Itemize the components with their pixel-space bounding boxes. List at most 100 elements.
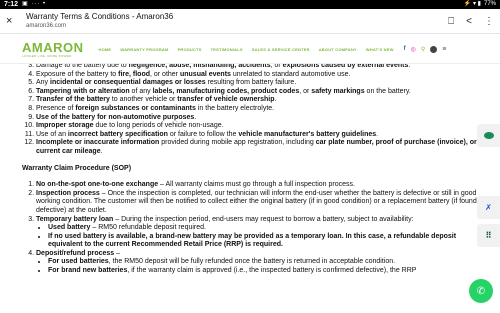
emphasis-text: incidental or consequential damages or l… <box>50 79 206 87</box>
cart-icon[interactable] <box>430 45 438 53</box>
instagram-icon[interactable]: ◎ <box>411 46 416 53</box>
side-widget-grid[interactable]: ⠿ <box>477 224 500 247</box>
body-text: due to long periods of vehicle non-usage… <box>93 122 224 130</box>
exclusion-item-10: Improper storage due to long periods of … <box>36 122 477 131</box>
emphasis-text: labels, manufacturing codes, product cod… <box>152 87 300 95</box>
procedure-item-4: Deposit/refund process –For used batteri… <box>36 250 477 276</box>
status-right: ⚡ ▾ ▮ 77% <box>464 0 496 9</box>
body-text: , the RM50 deposit will be fully refunde… <box>108 258 396 266</box>
exclusion-item-12: Incomplete or inaccurate information pro… <box>36 139 477 156</box>
body-text: – RM50 refundable deposit required. <box>90 224 206 232</box>
body-text: . <box>194 113 197 121</box>
emphasis-text: Incomplete or inaccurate information <box>36 139 160 147</box>
nav-about[interactable]: ABOUT COMPANY <box>319 47 357 52</box>
sub-item: For used batteries, the RM50 deposit wil… <box>48 258 477 267</box>
emphasis-text: unusual events <box>179 70 231 78</box>
body-text: , if the warranty claim is approved (i.e… <box>127 267 417 275</box>
menu-icon[interactable]: ≡ <box>442 46 446 53</box>
procedure-item-1: No on-the-spot one-to-one exchange – All… <box>36 181 477 190</box>
body-text: or failure to follow the <box>167 130 239 138</box>
body-text: provided during mobile app registration,… <box>159 139 316 147</box>
emphasis-text: safety markings <box>311 87 365 95</box>
nav-warranty-program[interactable]: WARRANTY PROGRAM <box>120 47 168 52</box>
exclusion-item-11: Use of an incorrect battery specificatio… <box>36 131 477 140</box>
body-text: , or other <box>150 70 180 78</box>
header-icons: f ◎ ⚲ ≡ <box>404 45 446 53</box>
nav-home[interactable]: HOME <box>99 47 112 52</box>
site-header: AMARON LONGER LIFE, MORE POWER HOME WARR… <box>0 35 500 64</box>
side-widget-tools[interactable]: ✗ <box>477 196 500 219</box>
emphasis-text: Tampering with or alteration <box>36 87 130 95</box>
exclusions-list: Damage to the battery due to negligence,… <box>22 64 477 157</box>
body-text: Presence of <box>36 104 76 112</box>
exclusion-item-8: Presence of foreign substances or contam… <box>36 105 477 114</box>
body-text: Damage to the battery due to <box>36 64 129 69</box>
logo-text: AMARON <box>22 39 84 55</box>
body-text: , or <box>299 87 312 95</box>
emphasis-text: For used batteries <box>48 258 109 266</box>
browser-toolbar: × Warranty Terms & Conditions - Amaron36… <box>0 9 500 34</box>
browser-title-block: Warranty Terms & Conditions - Amaron36 a… <box>26 12 174 30</box>
tools-icon: ✗ <box>485 203 492 212</box>
exclusion-item-9: Use of the battery for non-automotive pu… <box>36 114 477 123</box>
notification-icons: ▣ ··· • <box>22 1 47 7</box>
body-text: of any <box>129 87 153 95</box>
body-text: to another vehicle or <box>109 96 178 104</box>
sub-item: For brand new batteries, if the warranty… <box>48 267 477 276</box>
body-text: unrelated to standard automotive use. <box>230 70 351 78</box>
main-nav: HOME WARRANTY PROGRAM PRODUCTS TESTIMONI… <box>99 47 394 52</box>
nav-whats-new[interactable]: WHAT'S NEW <box>366 47 394 52</box>
amaron-logo[interactable]: AMARON LONGER LIFE, MORE POWER <box>22 41 84 58</box>
page-title: Warranty Terms & Conditions - Amaron36 <box>26 12 174 21</box>
share-icon[interactable]: < <box>466 16 472 27</box>
close-icon[interactable]: × <box>6 15 20 27</box>
procedure-sublist: Used battery – RM50 refundable deposit r… <box>36 224 477 250</box>
more-icon[interactable]: ⋮ <box>484 16 494 27</box>
terms-content: Damage to the battery due to negligence,… <box>22 64 477 313</box>
body-text: – Once the inspection is completed, our … <box>36 189 477 214</box>
body-text: . <box>274 96 277 104</box>
facebook-icon[interactable]: f <box>404 46 406 52</box>
body-text: – <box>114 249 121 257</box>
exclusion-item-4: Exposure of the battery to fire, flood, … <box>36 71 477 80</box>
nav-products[interactable]: PRODUCTS <box>178 47 202 52</box>
body-text: in the battery electrolyte. <box>195 104 275 112</box>
eye-icon <box>483 132 494 139</box>
grid-icon: ⠿ <box>485 231 492 240</box>
body-text: resulting from battery failure. <box>205 79 297 87</box>
exclusion-item-3: Damage to the battery due to negligence,… <box>36 64 477 71</box>
emphasis-text: foreign substances or contaminants <box>75 104 196 112</box>
body-text: Exposure of the battery to <box>36 70 119 78</box>
emphasis-text: negligence, abuse, mishandling, accident… <box>128 64 271 69</box>
emphasis-text: Inspection process <box>36 189 100 197</box>
whatsapp-button[interactable]: ✆ <box>469 279 493 303</box>
body-text: – During the inspection period, end-user… <box>113 215 414 223</box>
emphasis-text: Improper storage <box>36 122 94 130</box>
procedure-item-3: Temporary battery loan – During the insp… <box>36 216 477 250</box>
bookmark-icon[interactable]: ⎕ <box>448 16 454 27</box>
nav-testimonials[interactable]: TESTIMONIALS <box>211 47 243 52</box>
body-text: Any <box>36 79 51 87</box>
body-text: . <box>376 130 379 138</box>
emphasis-text: No on-the-spot one-to-one exchange <box>36 181 159 189</box>
emphasis-text: vehicle manufacturer's battery guideline… <box>238 130 377 138</box>
emphasis-text: If no used battery is available, a brand… <box>48 232 457 249</box>
exclusion-item-6: Tampering with or alteration of any labe… <box>36 88 477 97</box>
emphasis-text: Used battery <box>48 224 91 232</box>
search-icon[interactable]: ⚲ <box>421 46 425 53</box>
body-text: on the battery. <box>364 87 411 95</box>
sub-item: Used battery – RM50 refundable deposit r… <box>48 224 477 233</box>
page-url: amaron36.com <box>26 23 67 29</box>
side-widget-accessibility[interactable] <box>477 124 500 147</box>
nav-sales-service[interactable]: SALES & SERVICE CENTER <box>252 47 310 52</box>
whatsapp-icon: ✆ <box>476 285 486 297</box>
status-bar: 7:12 ▣ ··· • ⚡ ▾ ▮ 77% <box>0 0 500 9</box>
body-text: Use of an <box>36 130 68 138</box>
emphasis-text: Use of the battery for non-automotive pu… <box>36 113 195 121</box>
status-time: 7:12 <box>4 1 19 8</box>
emphasis-text: Transfer of the battery <box>36 96 110 104</box>
exclusion-item-5: Any incidental or consequential damages … <box>36 79 477 88</box>
procedure-sublist: For used batteries, the RM50 deposit wil… <box>36 258 477 275</box>
emphasis-text: explosions caused by external events <box>282 64 409 69</box>
emphasis-text: transfer of vehicle ownership <box>177 96 275 104</box>
